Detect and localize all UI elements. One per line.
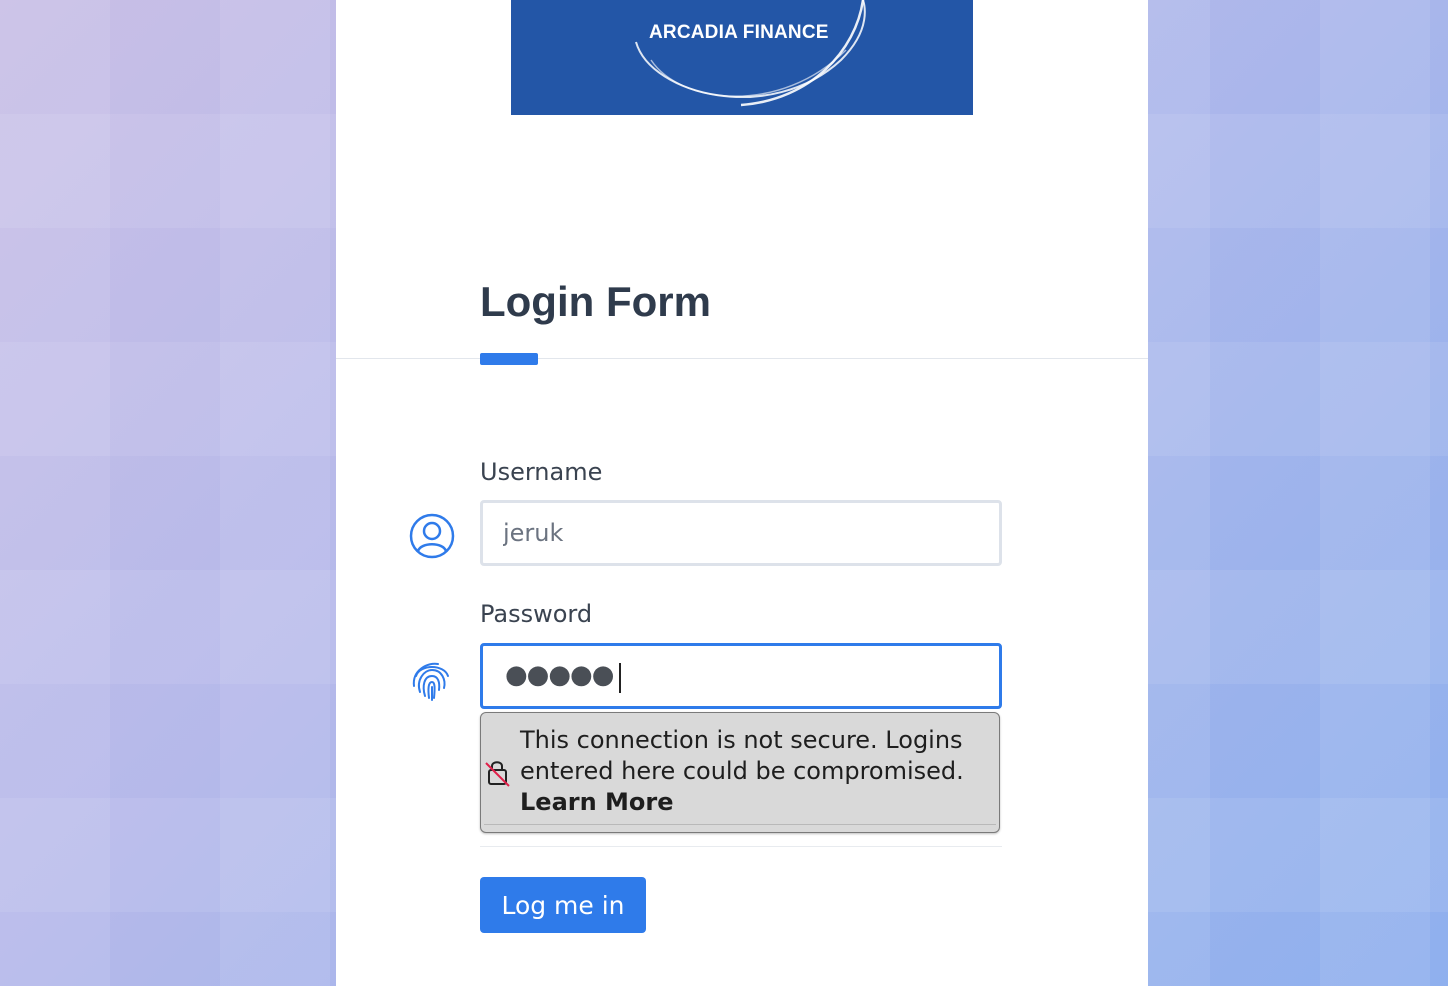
insecure-lock-icon <box>485 761 510 787</box>
username-label: Username <box>480 458 603 486</box>
password-label: Password <box>480 600 593 628</box>
header-divider <box>336 358 1148 359</box>
page-title: Login Form <box>480 278 711 325</box>
insecure-login-warning[interactable]: This connection is not secure. Logins en… <box>480 712 1000 833</box>
brand-logo: ARCADIA FINANCE <box>511 0 973 115</box>
login-card <box>336 0 1148 986</box>
username-input[interactable] <box>483 503 999 563</box>
user-circle-icon <box>409 513 455 559</box>
logo-text: ARCADIA FINANCE <box>649 22 829 43</box>
username-field[interactable] <box>480 500 1002 566</box>
logo-ring-graphic <box>635 0 866 107</box>
fingerprint-icon <box>412 662 449 701</box>
title-accent-bar <box>480 353 538 365</box>
login-button[interactable]: Log me in <box>480 877 646 933</box>
text-caret <box>619 663 621 693</box>
learn-more-link[interactable]: Learn More <box>520 787 990 818</box>
warning-text-block: This connection is not secure. Logins en… <box>520 725 990 818</box>
password-field[interactable]: ●●●●● <box>480 643 1002 709</box>
password-masked-value: ●●●●● <box>505 660 614 690</box>
warning-message: This connection is not secure. Logins en… <box>520 726 964 785</box>
form-separator <box>480 846 1002 847</box>
